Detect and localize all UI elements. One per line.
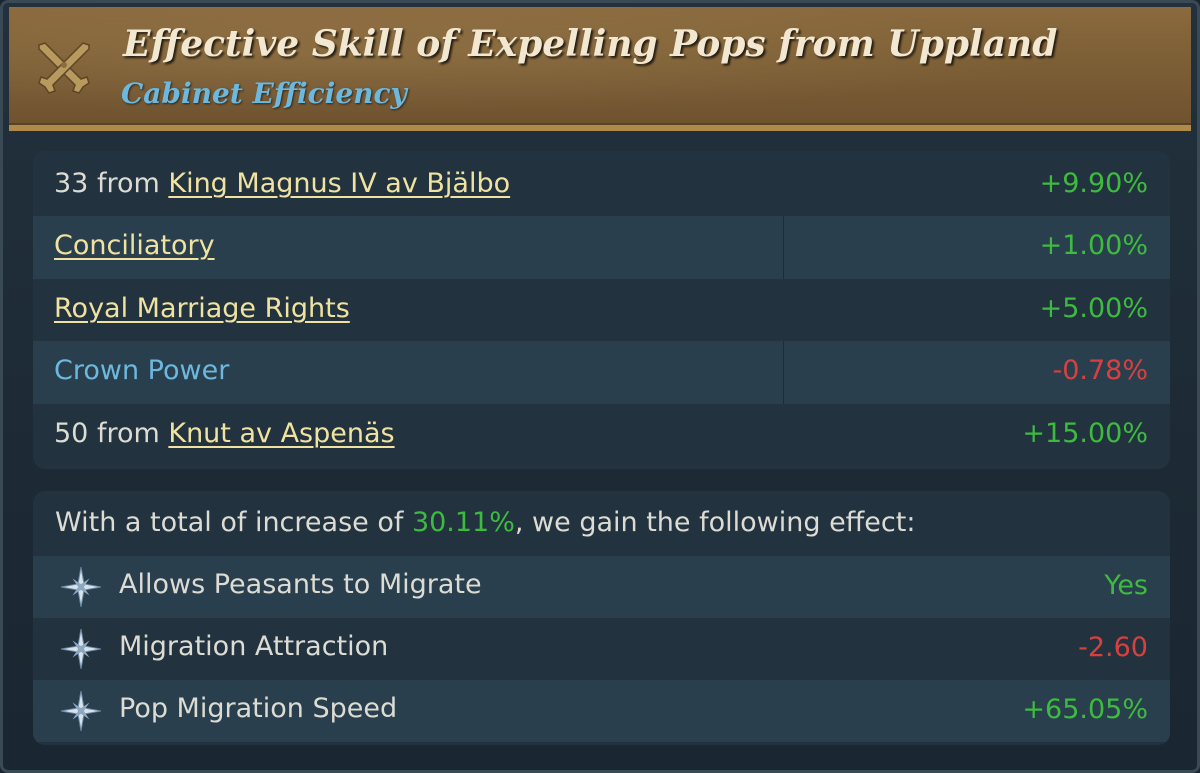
effect-row: Allows Peasants to Migrate Yes bbox=[33, 556, 1170, 618]
modifier-row: 50 from Knut av Aspenäs +15.00% bbox=[33, 404, 1170, 467]
modifier-value: +1.00% bbox=[1039, 230, 1148, 261]
modifier-tooltip: Effective Skill of Expelling Pops from U… bbox=[0, 0, 1200, 773]
tooltip-header: Effective Skill of Expelling Pops from U… bbox=[9, 7, 1191, 131]
law-link[interactable]: Royal Marriage Rights bbox=[54, 293, 350, 324]
effect-value: Yes bbox=[1104, 570, 1148, 601]
effect-row: Migration Attraction -2.60 bbox=[33, 618, 1170, 680]
modifier-row: 33 from King Magnus IV av Bjälbo +9.90% bbox=[33, 154, 1170, 217]
modifier-value: +9.90% bbox=[1039, 168, 1148, 199]
character-link[interactable]: Knut av Aspenäs bbox=[168, 418, 394, 449]
crossed-swords-icon bbox=[38, 42, 90, 94]
tooltip-title: Effective Skill of Expelling Pops from U… bbox=[123, 23, 1058, 65]
row-divider bbox=[783, 341, 784, 404]
effect-value: -2.60 bbox=[1078, 632, 1148, 663]
modifier-prefix: 33 from bbox=[54, 168, 169, 199]
effect-label: Pop Migration Speed bbox=[119, 693, 398, 724]
modifier-value: +5.00% bbox=[1039, 293, 1148, 324]
total-increase: 30.11% bbox=[411, 507, 515, 538]
effect-label: Allows Peasants to Migrate bbox=[119, 569, 482, 600]
star-icon bbox=[61, 629, 101, 669]
modifier-row: Royal Marriage Rights +5.00% bbox=[33, 279, 1170, 342]
star-icon bbox=[61, 691, 101, 731]
modifier-value: +15.00% bbox=[1022, 418, 1148, 449]
modifier-label: Crown Power bbox=[54, 355, 230, 386]
star-icon bbox=[61, 567, 101, 607]
effect-row: Pop Migration Speed +65.05% bbox=[33, 680, 1170, 742]
effect-summary: With a total of increase of 30.11%, we g… bbox=[55, 507, 916, 538]
modifier-prefix: 50 from bbox=[54, 418, 169, 449]
effect-label: Migration Attraction bbox=[119, 631, 389, 662]
character-link[interactable]: King Magnus IV av Bjälbo bbox=[168, 168, 510, 199]
tooltip-subtitle: Cabinet Efficiency bbox=[121, 77, 407, 110]
trait-link[interactable]: Conciliatory bbox=[54, 230, 215, 261]
row-divider bbox=[783, 216, 784, 279]
modifier-row: Conciliatory +1.00% bbox=[33, 216, 1170, 279]
effects-panel: With a total of increase of 30.11%, we g… bbox=[33, 491, 1170, 745]
modifier-row: Crown Power -0.78% bbox=[33, 341, 1170, 404]
modifier-value: -0.78% bbox=[1052, 355, 1148, 386]
effect-value: +65.05% bbox=[1022, 694, 1148, 725]
modifier-list: 33 from King Magnus IV av Bjälbo +9.90% … bbox=[33, 151, 1170, 469]
